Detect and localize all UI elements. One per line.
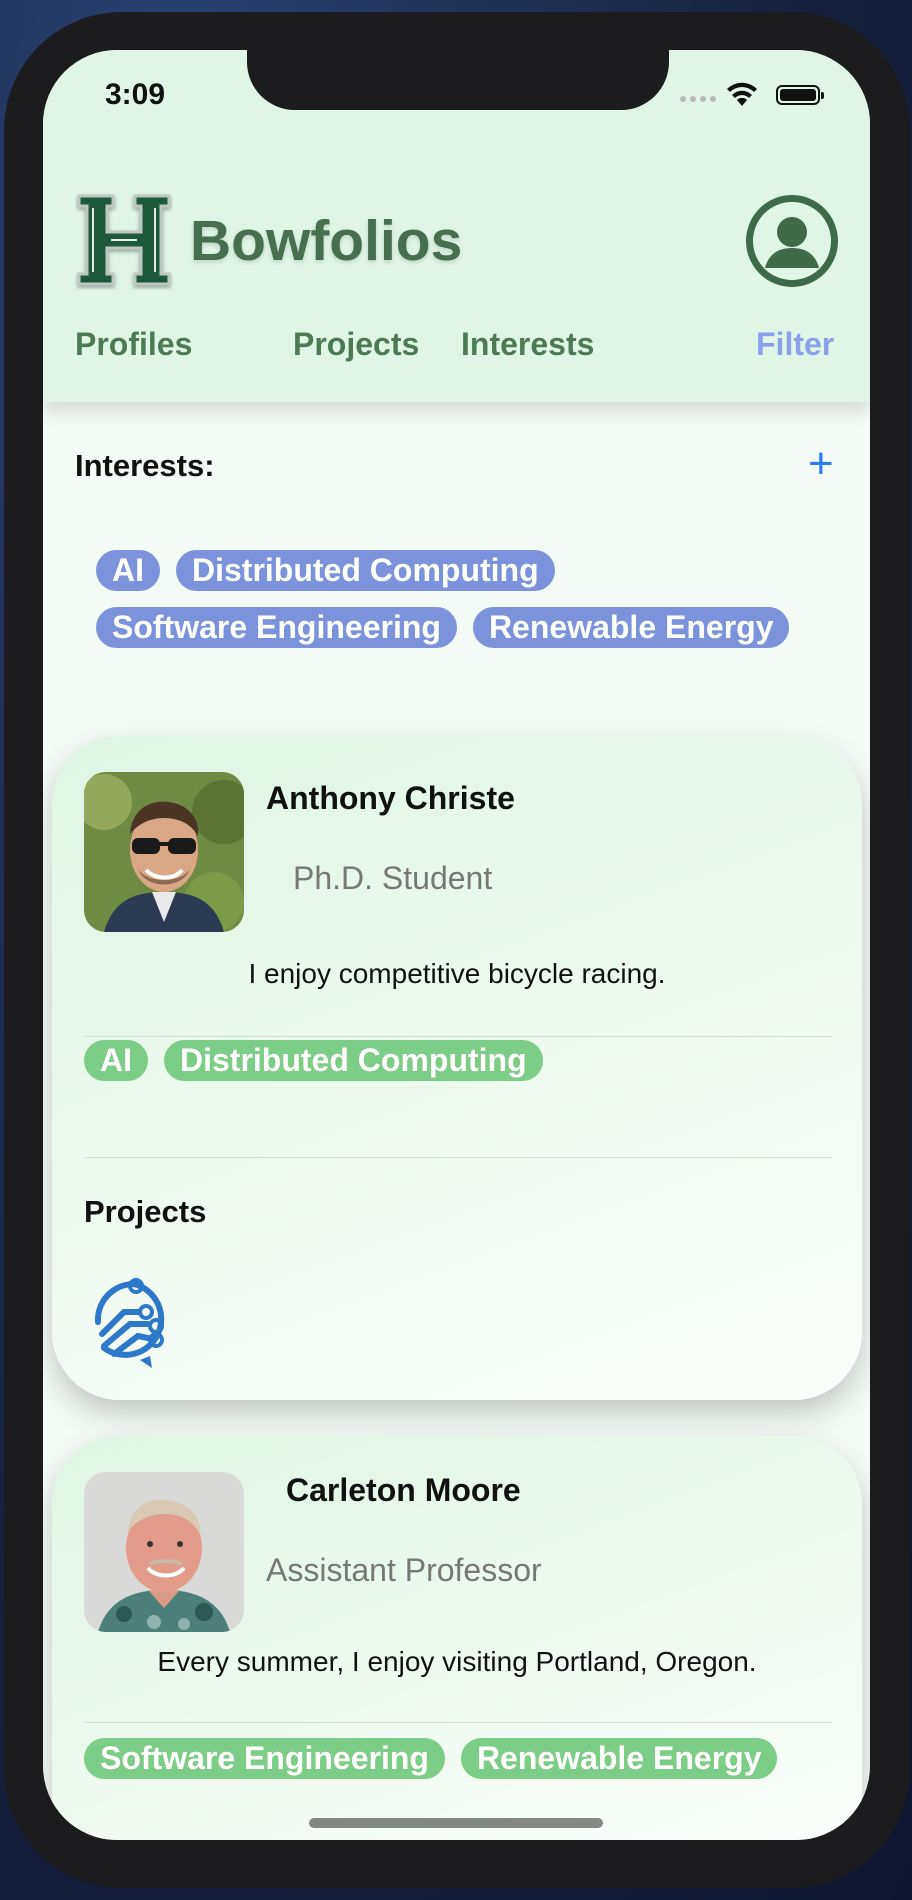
notch: [247, 50, 669, 110]
tab-profiles[interactable]: Profiles: [75, 326, 192, 363]
profile-name: Anthony Christe: [266, 780, 515, 816]
interest-chip[interactable]: AI: [84, 1040, 148, 1081]
phone-screen: 3:09 Bowfolios Profiles Projects Interes…: [43, 50, 870, 1840]
nav-tabs: Profiles Projects Interests Filter: [75, 326, 838, 366]
projects-label: Projects: [84, 1194, 207, 1229]
divider: [84, 1036, 832, 1037]
profile-card[interactable]: Anthony Christe Ph.D. Student I enjoy co…: [52, 736, 862, 1400]
profile-photo: [84, 1472, 244, 1632]
battery-icon: [776, 85, 824, 105]
user-avatar-icon: [765, 217, 819, 268]
profile-name: Carleton Moore: [286, 1472, 521, 1508]
profile-card[interactable]: Carleton Moore Assistant Professor Every…: [52, 1436, 862, 1840]
interest-chip[interactable]: Renewable Energy: [472, 607, 790, 648]
interest-chip[interactable]: Software Engineering: [84, 1738, 445, 1779]
app-title: Bowfolios: [190, 209, 463, 273]
tab-interests[interactable]: Interests: [461, 326, 594, 363]
interest-chip[interactable]: AI: [96, 550, 160, 591]
interests-label: Interests:: [75, 448, 215, 483]
selected-interests-row-1: AI Distributed Computing: [96, 550, 555, 591]
interest-chip[interactable]: Distributed Computing: [164, 1040, 543, 1081]
interest-chip[interactable]: Distributed Computing: [176, 550, 555, 591]
wifi-icon: [727, 82, 757, 106]
divider: [84, 1722, 832, 1723]
profile-title: Ph.D. Student: [293, 860, 493, 896]
home-indicator[interactable]: [309, 1818, 603, 1828]
add-interest-button[interactable]: +: [808, 442, 834, 486]
profile-bio: Every summer, I enjoy visiting Portland,…: [157, 1646, 757, 1677]
profile-interests: Software Engineering Renewable Energy: [84, 1738, 778, 1779]
tab-filter[interactable]: Filter: [756, 326, 834, 363]
interest-chip[interactable]: Renewable Energy: [460, 1738, 778, 1779]
interest-chip[interactable]: Software Engineering: [96, 607, 457, 648]
profile-photo: [84, 772, 244, 932]
profile-bio: I enjoy competitive bicycle racing.: [248, 958, 666, 989]
profile-interests: AI Distributed Computing: [84, 1040, 543, 1081]
uh-logo-icon: [77, 194, 171, 286]
project-logo-icon[interactable]: [90, 1276, 178, 1368]
user-profile-button[interactable]: [746, 195, 838, 287]
tab-projects[interactable]: Projects: [293, 326, 419, 363]
cellular-signal-icon: [680, 96, 716, 102]
profile-title: Assistant Professor: [266, 1552, 542, 1588]
status-time: 3:09: [105, 78, 166, 111]
selected-interests-row-2: Software Engineering Renewable Energy: [96, 607, 790, 648]
divider: [84, 1157, 832, 1158]
